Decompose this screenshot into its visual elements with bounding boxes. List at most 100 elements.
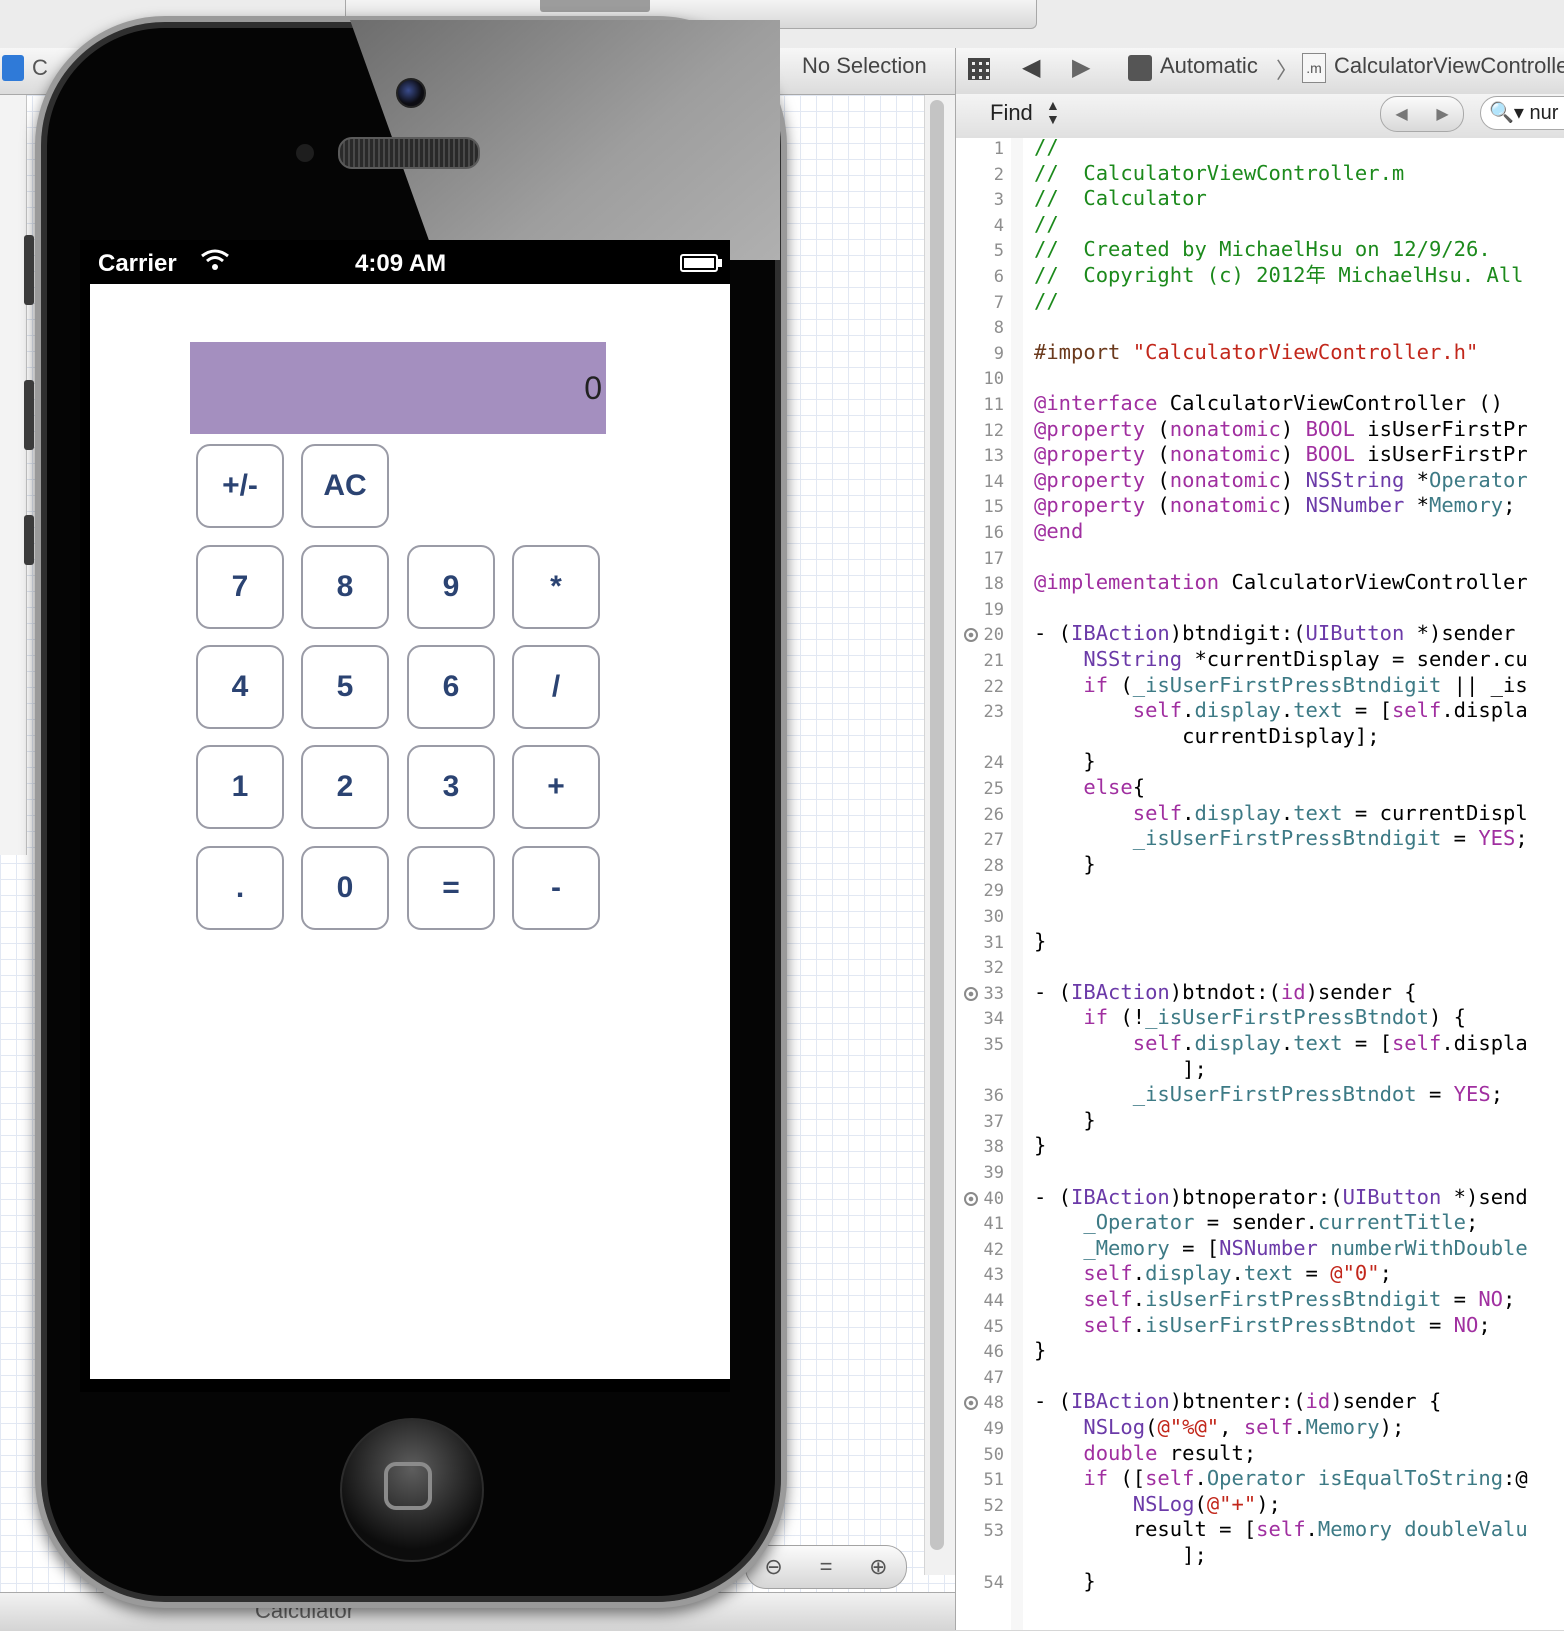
code-line[interactable]: @end (1034, 520, 1083, 542)
line-number: 18 (983, 574, 1004, 595)
code-line[interactable]: if (_isUserFirstPressBtndigit || _is (1034, 674, 1527, 696)
calc-button[interactable]: . (196, 846, 284, 930)
calc-button[interactable]: 8 (301, 545, 389, 629)
code-line[interactable]: @implementation CalculatorViewController (1034, 571, 1528, 593)
zoom-out-icon[interactable]: ⊖ (764, 1554, 782, 1580)
code-line[interactable]: } (1034, 1570, 1095, 1592)
code-line[interactable]: self.isUserFirstPressBtndigit = NO; (1034, 1288, 1515, 1310)
calc-button[interactable]: +/- (196, 444, 284, 528)
code-line[interactable]: _Operator = sender.currentTitle; (1034, 1211, 1478, 1233)
find-mode-updown-icon[interactable]: ▲ ▼ (1046, 98, 1060, 126)
code-line[interactable]: // Created by MichaelHsu on 12/9/26. (1034, 238, 1491, 260)
code-line[interactable]: @property (nonatomic) NSString *Operator (1034, 469, 1528, 491)
code-line[interactable]: self.isUserFirstPressBtndot = NO; (1034, 1314, 1490, 1336)
window-tab (540, 0, 650, 12)
find-prev-next-control: ◀ ▶ (1380, 96, 1464, 132)
code-line[interactable]: // CalculatorViewController.m (1034, 162, 1404, 184)
code-line[interactable]: _isUserFirstPressBtndigit = YES; (1034, 827, 1528, 849)
code-line[interactable]: - (IBAction)btndigit:(UIButton *)sender (1034, 622, 1515, 644)
code-line[interactable]: currentDisplay]; (1034, 725, 1379, 747)
find-prev-icon[interactable]: ◀ (1395, 104, 1407, 124)
calc-button[interactable]: * (512, 545, 600, 629)
code-line[interactable]: ]; (1034, 1058, 1207, 1080)
code-line[interactable]: } (1034, 853, 1095, 875)
calc-button[interactable]: 5 (301, 645, 389, 729)
code-line[interactable]: _Memory = [NSNumber numberWithDouble (1034, 1237, 1527, 1259)
no-selection-label[interactable]: No Selection (802, 53, 927, 79)
line-number: 10 (983, 369, 1004, 390)
code-line[interactable]: - (IBAction)btnenter:(id)sender { (1034, 1390, 1441, 1412)
jump-bar-chevron-icon: 〉 (1276, 58, 1299, 83)
code-line[interactable]: - (IBAction)btnoperator:(UIButton *)send (1034, 1186, 1528, 1208)
line-number: 34 (983, 1009, 1004, 1030)
code-line[interactable]: if (!_isUserFirstPressBtndot) { (1034, 1006, 1466, 1028)
code-line[interactable]: } (1034, 1339, 1046, 1361)
calc-button[interactable]: 0 (301, 846, 389, 930)
calc-button[interactable]: + (512, 745, 600, 829)
code-line[interactable]: self.display.text = currentDispl (1034, 802, 1528, 824)
canvas-scrollbar-thumb[interactable] (930, 100, 944, 1550)
related-items-grid-icon[interactable] (968, 58, 990, 80)
code-line[interactable]: // (1034, 213, 1059, 235)
line-number: 11 (983, 395, 1004, 415)
code-line[interactable]: NSString *currentDisplay = sender.cu (1034, 648, 1527, 670)
calc-button[interactable]: 3 (407, 745, 495, 829)
find-mode-selector[interactable]: Find (990, 100, 1033, 126)
calc-button[interactable]: = (407, 846, 495, 930)
code-line[interactable]: } (1034, 930, 1046, 952)
left-file-label[interactable]: C (32, 55, 48, 81)
automatic-label[interactable]: Automatic (1160, 53, 1258, 79)
code-line[interactable]: ]; (1034, 1544, 1207, 1566)
code-line[interactable]: result = [self.Memory doubleValu (1034, 1518, 1528, 1540)
code-folding-ribbon[interactable] (1011, 138, 1023, 1630)
code-line[interactable]: } (1034, 1109, 1095, 1131)
find-search-input[interactable]: 🔍▾ nur (1480, 96, 1564, 130)
code-line[interactable]: _isUserFirstPressBtndot = YES; (1034, 1083, 1503, 1105)
code-line[interactable]: @property (nonatomic) NSNumber *Memory; (1034, 494, 1515, 516)
zoom-in-icon[interactable]: ⊕ (869, 1554, 887, 1580)
code-line[interactable]: - (IBAction)btndot:(id)sender { (1034, 981, 1417, 1003)
calc-button[interactable]: / (512, 645, 600, 729)
home-button-square-icon (384, 1462, 432, 1510)
nav-back-icon[interactable]: ◀ (1022, 53, 1040, 82)
code-line[interactable]: self.display.text = @"0"; (1034, 1262, 1392, 1284)
code-line[interactable]: @property (nonatomic) BOOL isUserFirstPr (1034, 418, 1528, 440)
code-line[interactable]: // Calculator (1034, 187, 1207, 209)
code-line[interactable]: #import "CalculatorViewController.h" (1034, 341, 1478, 363)
calc-button[interactable]: 6 (407, 645, 495, 729)
line-number: 6 (993, 267, 1004, 287)
calc-button[interactable]: 9 (407, 545, 495, 629)
calc-button[interactable]: 7 (196, 545, 284, 629)
calc-button[interactable]: AC (301, 444, 389, 528)
code-line[interactable]: // (1034, 290, 1059, 312)
automatic-assistant-icon[interactable] (1128, 55, 1152, 81)
code-line[interactable]: self.display.text = [self.displa (1034, 1032, 1528, 1054)
zoom-fit-icon[interactable]: = (820, 1554, 833, 1580)
code-line[interactable]: // (1034, 136, 1059, 158)
code-line[interactable]: self.display.text = [self.displa (1034, 699, 1528, 721)
calc-button[interactable]: 1 (196, 745, 284, 829)
storyboard-file-icon[interactable] (2, 55, 24, 81)
line-number: 24 (983, 753, 1004, 774)
code-line[interactable]: double result; (1034, 1442, 1256, 1464)
code-line[interactable]: } (1034, 1134, 1046, 1156)
breakpoint-indicator-icon[interactable] (964, 986, 978, 1001)
line-number: 32 (983, 958, 1004, 979)
find-next-icon[interactable]: ▶ (1436, 104, 1448, 124)
line-number: 19 (983, 599, 1004, 620)
code-line[interactable]: } (1034, 750, 1095, 772)
code-line[interactable]: @interface CalculatorViewController () (1034, 392, 1503, 414)
nav-forward-icon[interactable]: ▶ (1072, 53, 1090, 82)
calc-button[interactable]: 2 (301, 745, 389, 829)
code-line[interactable]: NSLog(@"%@", self.Memory); (1034, 1416, 1404, 1438)
code-line[interactable]: NSLog(@"+"); (1034, 1493, 1281, 1515)
code-line[interactable]: // Copyright (c) 2012年 MichaelHsu. All (1034, 264, 1524, 286)
code-line[interactable]: if ([self.Operator isEqualToString:@ (1034, 1467, 1527, 1489)
code-line[interactable]: @property (nonatomic) BOOL isUserFirstPr (1034, 443, 1528, 465)
jump-bar-file-name[interactable]: CalculatorViewController.m (1334, 53, 1564, 79)
calc-button[interactable]: - (512, 846, 600, 930)
calc-button[interactable]: 4 (196, 645, 284, 729)
code-line[interactable]: else{ (1034, 776, 1145, 798)
breakpoint-indicator-icon[interactable] (964, 1191, 978, 1206)
line-number: 1 (993, 139, 1004, 159)
